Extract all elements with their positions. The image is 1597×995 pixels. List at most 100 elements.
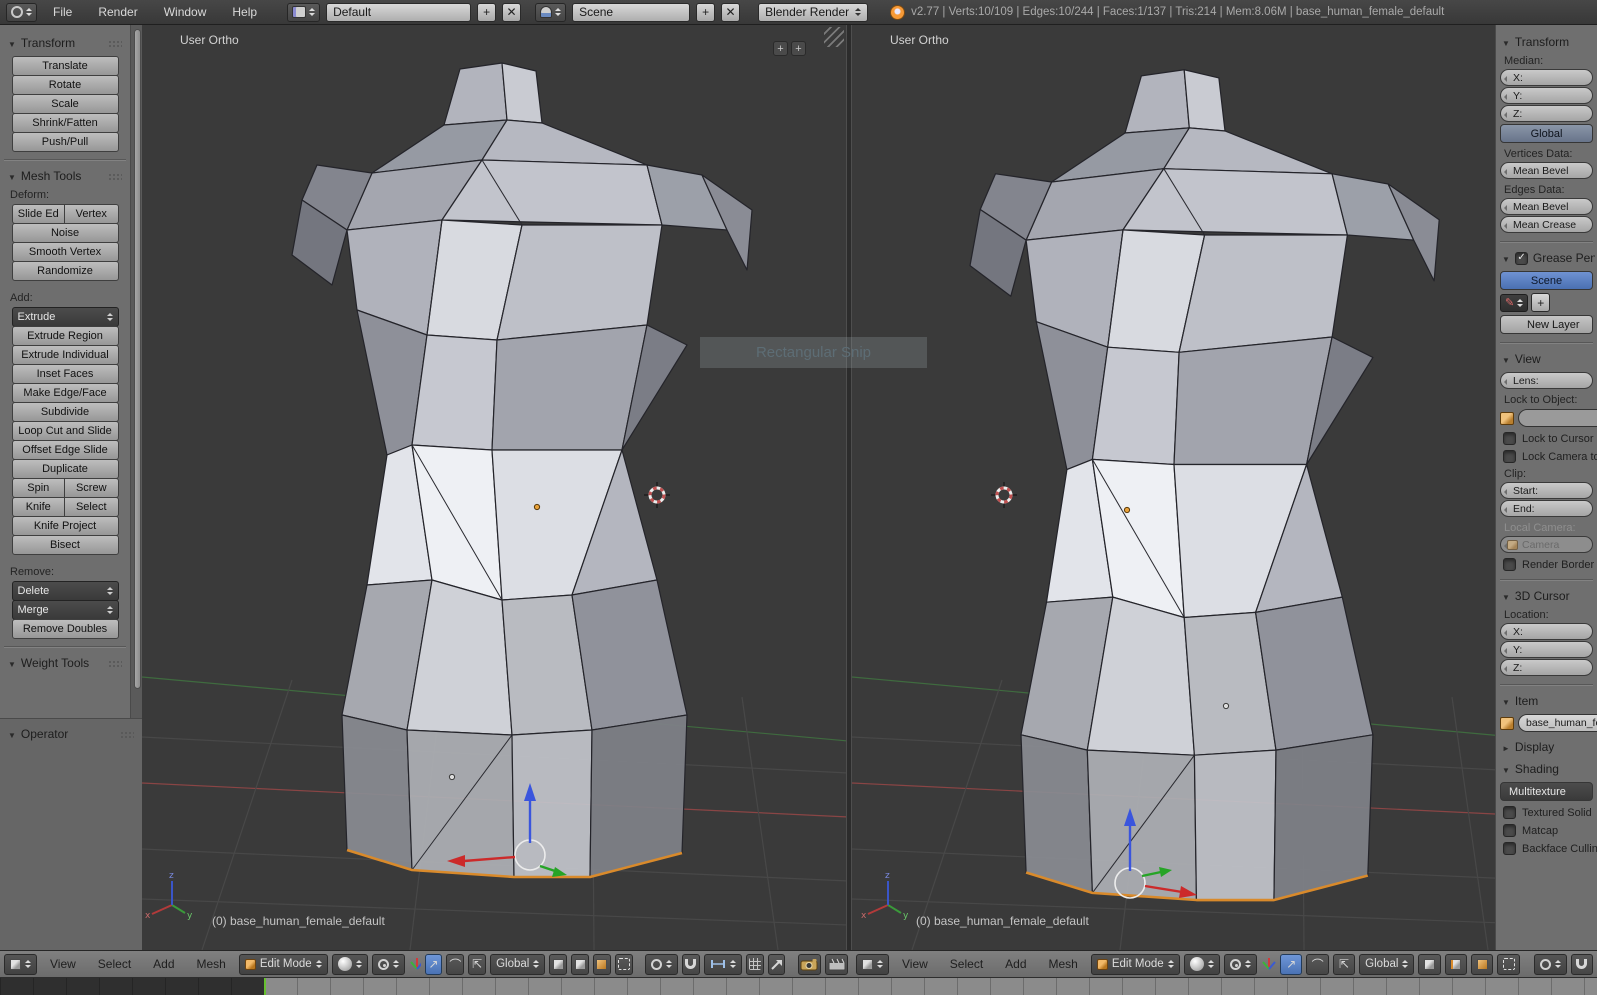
set-origin-button[interactable]: [767, 953, 786, 975]
render-engine-select[interactable]: Blender Render: [758, 2, 869, 22]
render-border-checkbox[interactable]: [1503, 558, 1516, 571]
pivot-point-dropdown[interactable]: [371, 953, 405, 975]
menu-add[interactable]: Add: [996, 957, 1035, 971]
slide-edge-button[interactable]: Slide Ed: [11, 204, 65, 224]
menu-window[interactable]: Window: [154, 5, 217, 19]
vertex-select-mode-button[interactable]: [1418, 953, 1441, 975]
make-edge-face-button[interactable]: Make Edge/Face: [11, 383, 119, 403]
pivot-point-dropdown[interactable]: [1223, 953, 1257, 975]
median-x-slider[interactable]: X:: [1500, 69, 1593, 86]
lock-to-cursor-checkbox[interactable]: [1503, 432, 1516, 445]
cursor-x-slider[interactable]: X:: [1500, 623, 1593, 640]
lock-to-cursor-row[interactable]: Lock to Cursor: [1503, 432, 1597, 445]
backface-culling-row[interactable]: Backface Culling: [1503, 842, 1597, 855]
knife-button[interactable]: Knife: [11, 497, 65, 517]
viewport-left[interactable]: User Ortho (0) base_human_female_default…: [142, 25, 846, 950]
duplicate-button[interactable]: Duplicate: [11, 459, 119, 479]
timeline-playhead[interactable]: [264, 978, 266, 995]
mean-bevel-weight-slider[interactable]: Mean Bevel: [1500, 198, 1593, 215]
scene-field[interactable]: Scene: [572, 2, 691, 22]
mean-bevel-weight-slider[interactable]: Mean Bevel: [1500, 162, 1593, 179]
median-z-slider[interactable]: Z:: [1500, 105, 1593, 122]
editor-type-button[interactable]: [856, 953, 889, 975]
menu-help[interactable]: Help: [222, 5, 267, 19]
textured-solid-checkbox[interactable]: [1503, 806, 1516, 819]
screen-layout-icon-button[interactable]: [287, 2, 321, 22]
scrollbar-thumb[interactable]: [134, 29, 141, 689]
vertex-select-mode-button[interactable]: [549, 953, 568, 975]
lock-object-field[interactable]: [1518, 409, 1597, 427]
viewport-corner-splitter[interactable]: [824, 27, 844, 47]
selected-vertex[interactable]: [533, 503, 541, 511]
snap-toggle-button[interactable]: [682, 953, 700, 975]
weight-tools-panel-header[interactable]: Weight Tools: [8, 656, 124, 670]
proportional-edit-dropdown[interactable]: [1533, 953, 1567, 975]
extrude-dropdown[interactable]: Extrude: [11, 307, 119, 327]
menu-render[interactable]: Render: [88, 5, 147, 19]
menu-select[interactable]: Select: [89, 957, 140, 971]
cursor-panel-header[interactable]: 3D Cursor: [1502, 589, 1595, 603]
object-name-field[interactable]: base_human_female_default: [1518, 714, 1597, 732]
new-layer-button[interactable]: New Layer: [1500, 315, 1593, 334]
viewport-left-canvas[interactable]: [142, 25, 846, 950]
shading-panel-header[interactable]: Shading: [1502, 762, 1595, 776]
view-panel-header[interactable]: View: [1502, 352, 1595, 366]
snap-target-button[interactable]: [745, 953, 764, 975]
bisect-button[interactable]: Bisect: [11, 535, 119, 555]
close-scene-button[interactable]: ✕: [721, 2, 741, 22]
close-layout-button[interactable]: ✕: [502, 2, 522, 22]
viewport-right[interactable]: User Ortho (0) base_human_female_default: [852, 25, 1495, 950]
menu-file[interactable]: File: [43, 5, 82, 19]
delete-dropdown[interactable]: Delete: [11, 581, 119, 601]
expand-panel-button[interactable]: +: [773, 41, 788, 56]
face-select-mode-button[interactable]: [1471, 953, 1494, 975]
loop-cut-button[interactable]: Loop Cut and Slide: [11, 421, 119, 441]
textured-solid-row[interactable]: Textured Solid: [1503, 806, 1597, 819]
grease-scene-button[interactable]: Scene: [1500, 271, 1593, 290]
lock-camera-checkbox[interactable]: [1503, 450, 1516, 463]
face-select-mode-button[interactable]: [592, 953, 611, 975]
render-border-row[interactable]: Render Border: [1503, 558, 1597, 571]
edge-select-mode-button[interactable]: [1444, 953, 1468, 975]
clip-start-slider[interactable]: Start:: [1500, 482, 1593, 499]
shading-mode-dropdown[interactable]: Multitexture: [1500, 782, 1593, 801]
median-y-slider[interactable]: Y:: [1500, 87, 1593, 104]
menu-add[interactable]: Add: [144, 957, 183, 971]
grease-pencil-tool-dropdown[interactable]: ✎: [1500, 293, 1529, 312]
limit-to-visible-button[interactable]: [1497, 953, 1520, 975]
editor-type-button[interactable]: [4, 953, 37, 975]
transform-orientation-dropdown[interactable]: Global: [1359, 953, 1415, 975]
add-layout-button[interactable]: +: [477, 2, 497, 22]
timeline-strip[interactable]: [0, 978, 1597, 995]
mesh-tools-panel-header[interactable]: Mesh Tools: [8, 169, 124, 183]
display-panel-header[interactable]: Display: [1502, 740, 1595, 754]
global-local-toggle[interactable]: Global: [1500, 124, 1593, 143]
viewport-right-canvas[interactable]: [852, 25, 1495, 950]
menu-mesh[interactable]: Mesh: [188, 957, 235, 971]
inset-faces-button[interactable]: Inset Faces: [11, 364, 119, 384]
matcap-checkbox[interactable]: [1503, 824, 1516, 837]
opengl-render-animation-button[interactable]: [824, 953, 849, 975]
knife-select-button[interactable]: Select: [65, 497, 119, 517]
transform-panel-header[interactable]: Transform: [1502, 35, 1595, 49]
remove-doubles-button[interactable]: Remove Doubles: [11, 619, 119, 639]
extrude-region-button[interactable]: Extrude Region: [11, 326, 119, 346]
lens-slider[interactable]: Lens:: [1500, 372, 1593, 389]
push-pull-button[interactable]: Push/Pull: [11, 132, 119, 152]
vertex-slide-button[interactable]: Vertex: [65, 204, 119, 224]
cursor-y-slider[interactable]: Y:: [1500, 641, 1593, 658]
item-panel-header[interactable]: Item: [1502, 694, 1595, 708]
translate-manipulator-button[interactable]: ↗: [424, 953, 443, 975]
translate-button[interactable]: Translate: [11, 56, 119, 76]
menu-mesh[interactable]: Mesh: [1040, 957, 1087, 971]
menu-select[interactable]: Select: [941, 957, 992, 971]
backface-culling-checkbox[interactable]: [1503, 842, 1516, 855]
viewport-shading-dropdown[interactable]: [1183, 953, 1220, 975]
shrink-fatten-button[interactable]: Shrink/Fatten: [11, 113, 119, 133]
mode-dropdown[interactable]: Edit Mode: [1090, 953, 1180, 975]
vertex[interactable]: [448, 773, 456, 781]
knife-project-button[interactable]: Knife Project: [11, 516, 119, 536]
add-grease-layer-button[interactable]: +: [1531, 293, 1551, 312]
scene-icon-button[interactable]: [535, 2, 567, 22]
operator-panel-header[interactable]: Operator: [8, 727, 136, 741]
